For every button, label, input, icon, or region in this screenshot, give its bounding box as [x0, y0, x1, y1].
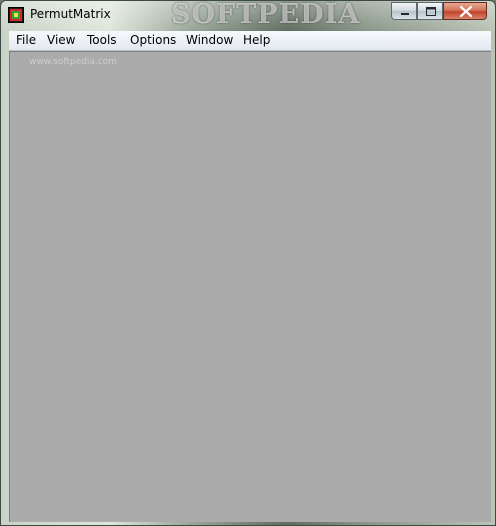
window-controls [391, 2, 489, 21]
close-icon [459, 5, 473, 18]
menu-window[interactable]: Window [186, 33, 233, 47]
minimize-button[interactable] [391, 2, 417, 20]
menu-view[interactable]: View [47, 33, 75, 47]
menu-bar: File View Tools Options Window Help [9, 31, 491, 51]
title-bar[interactable]: PermutMatrix SOFTPEDIA [1, 1, 495, 31]
maximize-icon [426, 7, 436, 16]
menu-options[interactable]: Options [130, 33, 176, 47]
maximize-button[interactable] [417, 2, 443, 20]
close-button[interactable] [443, 2, 487, 20]
title-watermark: SOFTPEDIA [171, 0, 361, 30]
client-watermark: www.softpedia.com [29, 57, 117, 67]
minimize-icon [401, 13, 409, 15]
app-window: PermutMatrix SOFTPEDIA File View Tools O… [0, 0, 496, 526]
app-icon[interactable] [8, 7, 24, 23]
mdi-client-area[interactable]: www.softpedia.com [9, 51, 491, 522]
menu-tools[interactable]: Tools [87, 33, 117, 47]
menu-help[interactable]: Help [243, 33, 270, 47]
window-title: PermutMatrix [30, 7, 111, 21]
menu-file[interactable]: File [16, 33, 36, 47]
